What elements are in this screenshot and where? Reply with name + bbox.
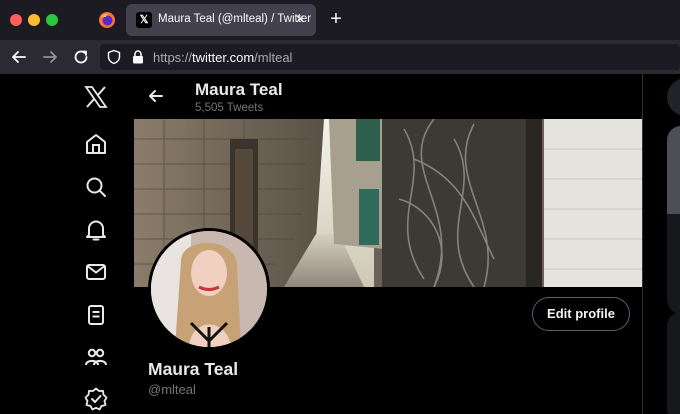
new-tab-button[interactable]: + [326, 8, 346, 30]
right-sidebar [643, 74, 680, 414]
close-tab-icon[interactable]: × [290, 10, 310, 30]
lists-icon[interactable] [83, 302, 109, 328]
avatar-photo [151, 231, 267, 347]
search-icon[interactable] [83, 174, 109, 200]
profile-display-name: Maura Teal [148, 359, 239, 379]
back-icon[interactable] [9, 47, 29, 67]
shield-icon[interactable] [106, 49, 122, 65]
zoom-window-button[interactable] [46, 14, 58, 26]
reload-icon[interactable] [71, 47, 91, 67]
lock-icon[interactable] [130, 49, 146, 65]
who-to-follow-card[interactable] [667, 312, 680, 414]
profile-column: Maura Teal 5,505 Tweets Edit profile Mau… [134, 74, 643, 414]
profile-avatar[interactable] [148, 228, 270, 350]
back-arrow-icon[interactable] [146, 86, 166, 106]
profile-handle: @mlteal [148, 382, 196, 397]
browser-tab-strip: 𝕏 Maura Teal (@mlteal) / Twitter × + [0, 0, 680, 40]
tweet-count: 5,505 Tweets [195, 102, 264, 114]
home-icon[interactable] [83, 131, 109, 157]
left-navigation [0, 74, 135, 414]
address-bar[interactable]: https://twitter.com/mlteal [100, 44, 680, 70]
bell-icon[interactable] [83, 217, 109, 243]
close-window-button[interactable] [10, 14, 22, 26]
tab-title: Maura Teal (@mlteal) / Twitter [158, 13, 312, 25]
forward-icon[interactable] [40, 47, 60, 67]
minimize-window-button[interactable] [28, 14, 40, 26]
browser-toolbar: https://twitter.com/mlteal [0, 40, 680, 74]
active-tab[interactable]: 𝕏 Maura Teal (@mlteal) / Twitter × [126, 4, 316, 36]
url-path: /mlteal [254, 50, 293, 65]
x-logo-icon[interactable] [83, 84, 109, 110]
header-profile-name: Maura Teal [195, 80, 283, 99]
verified-icon[interactable] [83, 386, 109, 412]
url-scheme: https:// [153, 50, 193, 65]
communities-icon[interactable] [83, 344, 109, 370]
edit-profile-button[interactable]: Edit profile [532, 297, 630, 331]
mail-icon[interactable] [83, 259, 109, 285]
url-host: twitter.com [192, 50, 255, 65]
twitter-favicon-icon: 𝕏 [136, 12, 152, 28]
firefox-icon[interactable] [98, 11, 116, 29]
trending-card[interactable] [667, 126, 680, 314]
card-image [667, 126, 680, 214]
url-text[interactable]: https://twitter.com/mlteal [153, 50, 292, 65]
search-bar[interactable] [667, 78, 680, 116]
